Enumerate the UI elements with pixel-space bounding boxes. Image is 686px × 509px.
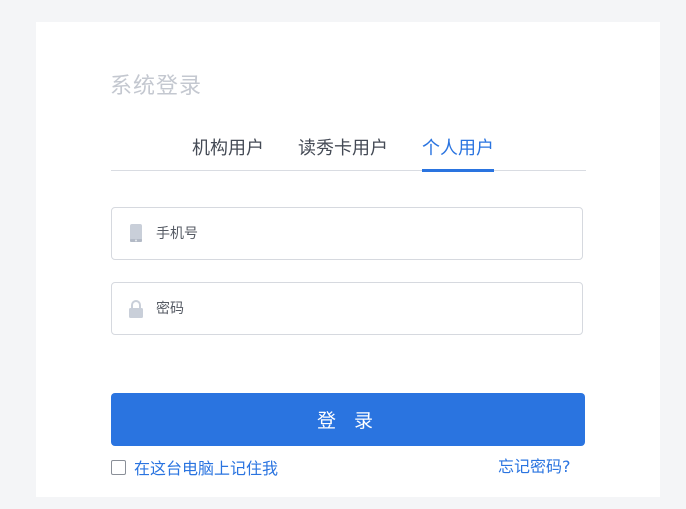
lock-icon — [128, 298, 144, 320]
remember-checkbox[interactable] — [111, 459, 126, 475]
login-button[interactable]: 登 录 — [111, 393, 585, 446]
remember-label: 在这台电脑上记住我 — [134, 459, 279, 478]
tab-institution-user[interactable]: 机构用户 — [192, 134, 264, 171]
password-field[interactable] — [111, 282, 583, 335]
forgot-password-link[interactable]: 忘记密码? — [498, 456, 571, 478]
tab-personal-user[interactable]: 个人用户 — [422, 134, 494, 172]
page-title: 系统登录 — [110, 74, 203, 99]
password-input[interactable] — [156, 283, 566, 334]
login-card: 系统登录 机构用户 读秀卡用户 个人用户 登 录 在这台电脑上记住我 忘记密码? — [36, 22, 660, 497]
tab-duxiu-card-user[interactable]: 读秀卡用户 — [298, 134, 388, 171]
phone-icon — [128, 223, 144, 245]
login-tabs: 机构用户 读秀卡用户 个人用户 — [111, 130, 586, 172]
phone-input[interactable] — [156, 208, 566, 259]
remember-me[interactable]: 在这台电脑上记住我 — [111, 456, 278, 478]
phone-field[interactable] — [111, 207, 583, 260]
